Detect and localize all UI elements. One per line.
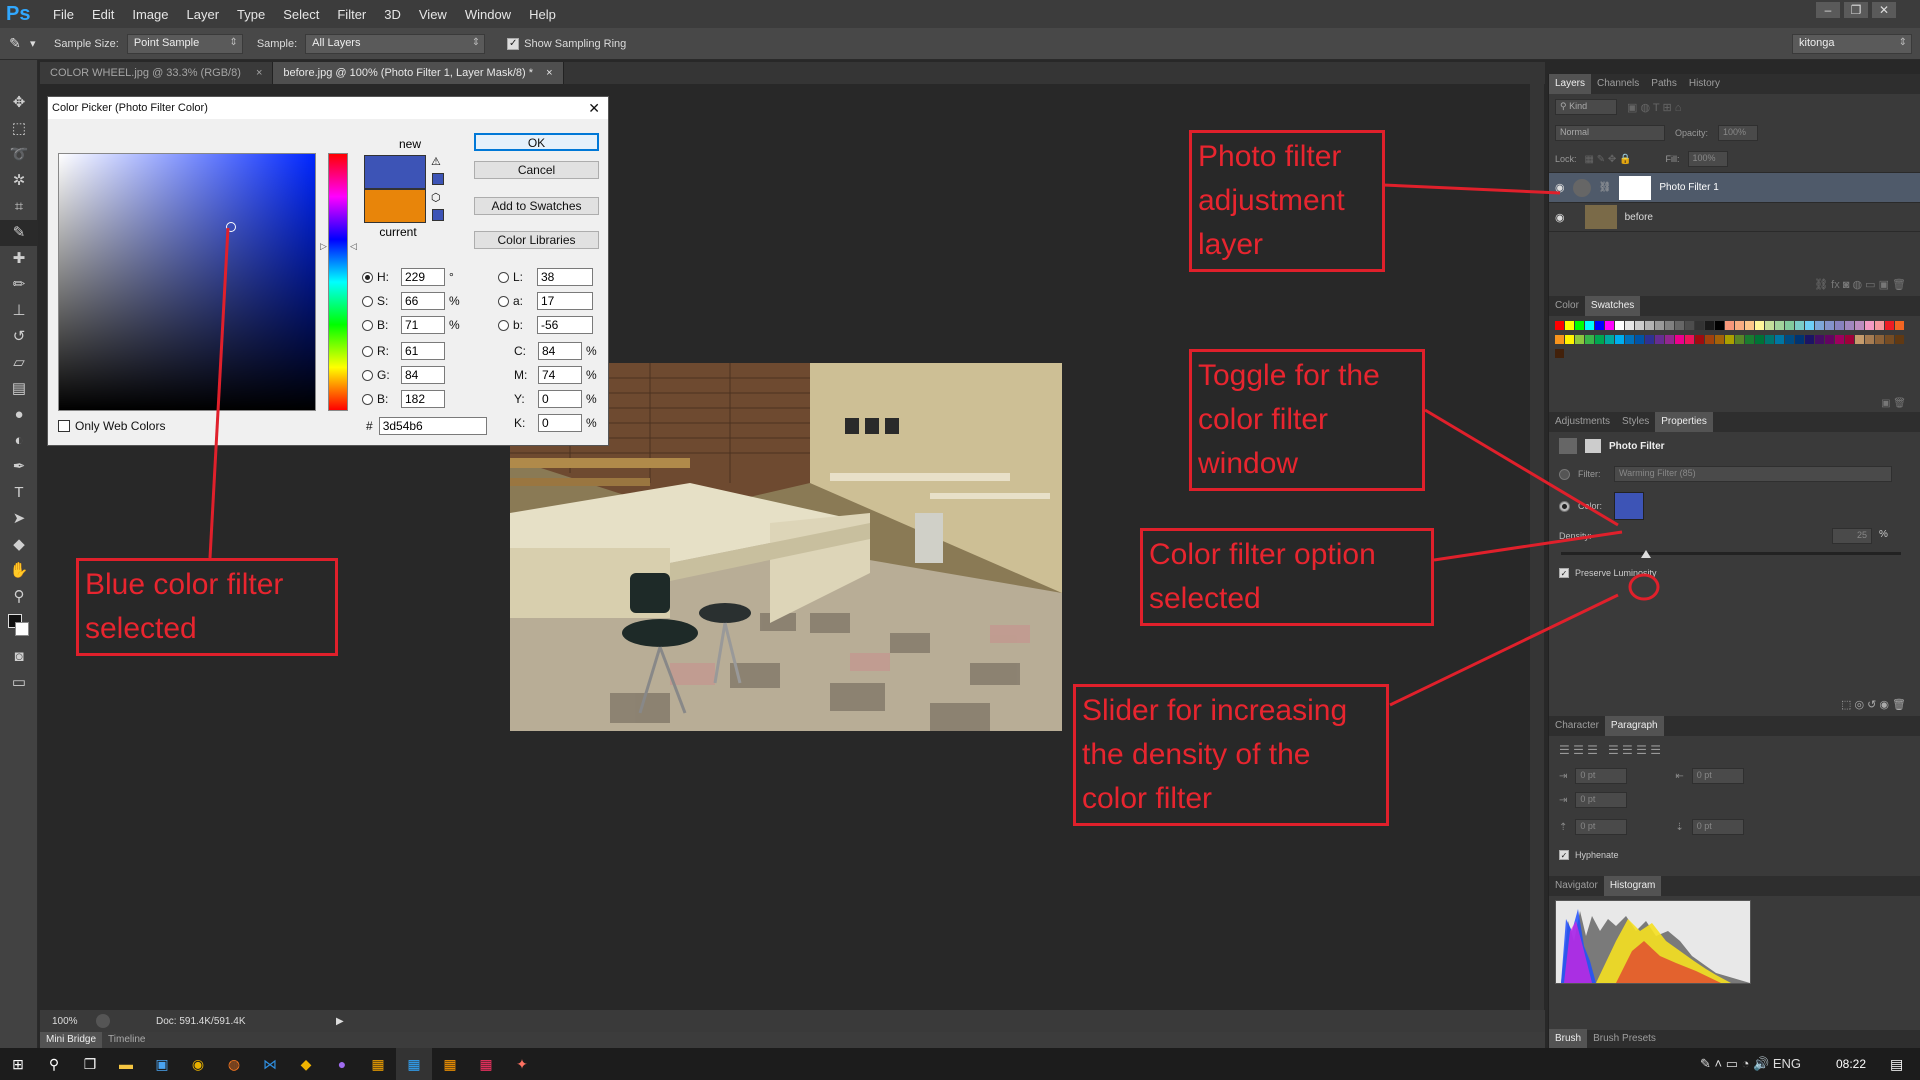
annotation-lines [208,183,1660,707]
media-icon[interactable]: ● [324,1048,360,1080]
task-view-icon[interactable]: ❐ [72,1048,108,1080]
illustrator-icon[interactable]: ▦ [432,1048,468,1080]
annotation-slider: Slider for increasing the density of the… [1073,684,1389,826]
search-icon[interactable]: ⚲ [36,1048,72,1080]
clock-time[interactable]: 08:22 [1836,1057,1866,1071]
photoshop-taskbar-icon[interactable]: ▦ [396,1048,432,1080]
git-icon[interactable]: ◆ [288,1048,324,1080]
firefox-icon[interactable]: ◍ [216,1048,252,1080]
vscode-icon[interactable]: ⋈ [252,1048,288,1080]
system-tray-icons[interactable]: ✎ ˄ ▭ ◔ 🔊 ENG [1700,1056,1801,1072]
figma-icon[interactable]: ✦ [504,1048,540,1080]
file-explorer-icon[interactable]: ▬ [108,1048,144,1080]
windows-start-icon[interactable]: ⊞ [0,1048,36,1080]
bridge-icon[interactable]: ▦ [360,1048,396,1080]
chrome-icon[interactable]: ◉ [180,1048,216,1080]
windows-taskbar: ⊞ ⚲ ❐ ▬ ▣ ◉ ◍ ⋈ ◆ ● ▦ ▦ ▦ ▦ ✦ ✎ ˄ ▭ ◔ 🔊 … [0,1048,1920,1080]
store-icon[interactable]: ▣ [144,1048,180,1080]
indesign-icon[interactable]: ▦ [468,1048,504,1080]
annotation-adjustment-layer: Photo filter adjustment layer [1189,130,1385,272]
annotation-toggle: Toggle for the color filter window [1189,349,1425,491]
notifications-icon[interactable]: ▤ [1890,1056,1903,1073]
annotation-color-option: Color filter option selected [1140,528,1434,626]
annotation-blue-filter: Blue color filter selected [76,558,338,656]
